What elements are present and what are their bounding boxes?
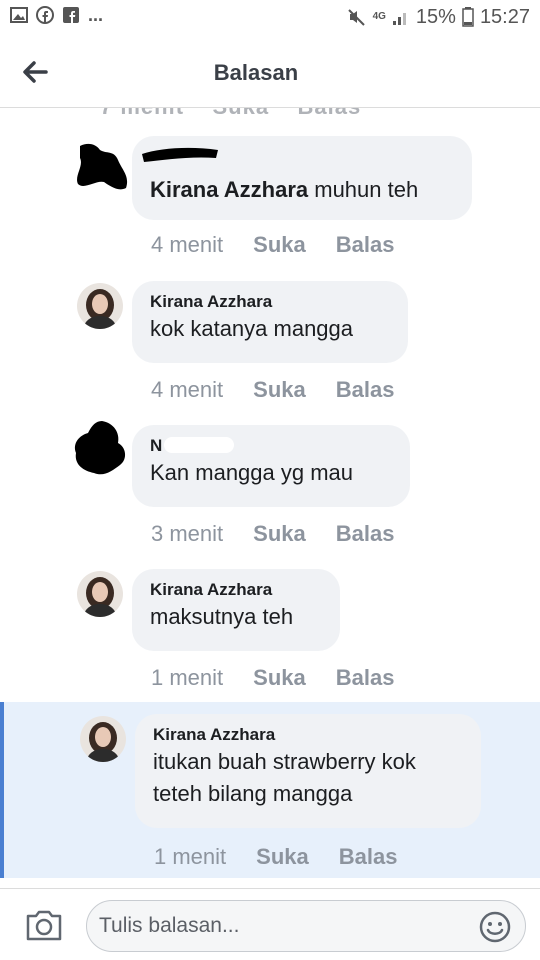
comment-time: 1 menit (154, 844, 227, 869)
comment-bubble[interactable]: Kirana Azzhara itukan buah strawberry ko… (135, 714, 481, 828)
reply-thread[interactable]: 7 menit Suka Balas Kirana Azzhara muhun … (0, 108, 540, 878)
previous-comment-actions-cutoff: 7 menit Suka Balas (100, 108, 361, 120)
comment-time: 1 menit (151, 665, 224, 690)
comment-bubble[interactable]: Kirana Azzhara maksutnya teh (132, 569, 340, 651)
comment-text-line-2: teteh bilang mangga (153, 781, 353, 806)
like-button[interactable]: Suka (253, 521, 306, 547)
comment-author[interactable]: Kirana Azzhara (153, 724, 463, 746)
comment-author[interactable]: N (150, 435, 392, 457)
like-button[interactable]: Suka (253, 665, 306, 691)
more-notifications-indicator: ... (88, 5, 104, 25)
comment-bubble[interactable]: N Kan mangga yg mau (132, 425, 410, 507)
comment-text: muhun teh (314, 177, 419, 202)
gallery-icon (10, 7, 28, 23)
comment-actions: 1 menit Suka Balas (151, 665, 394, 691)
top-bar: Balasan (0, 36, 540, 108)
comment-author[interactable]: Kirana Azzhara (150, 579, 322, 601)
clock: 15:27 (479, 6, 530, 28)
network-type: 4G (372, 11, 386, 22)
facebook-circle-icon (36, 6, 54, 24)
avatar-redacted[interactable] (74, 140, 132, 194)
comment-author-inline[interactable]: Kirana Azzhara (150, 177, 308, 202)
signal-icon (392, 13, 406, 25)
camera-icon[interactable] (24, 907, 64, 943)
comment-text: kok katanya mangga (150, 316, 354, 341)
battery-icon (462, 7, 474, 27)
reply-button[interactable]: Balas (336, 665, 395, 691)
comment-author[interactable]: Kirana Azzhara (150, 291, 390, 313)
redacted-name-scribble (164, 437, 234, 453)
comment-bubble[interactable]: Kirana Azzhara kok katanya mangga (132, 281, 408, 363)
comment-text: maksutnya teh (150, 604, 294, 629)
comment-actions: 4 menit Suka Balas (151, 377, 394, 403)
comment-text: Kan mangga yg mau (150, 460, 354, 485)
comment-actions: 4 menit Suka Balas (151, 232, 394, 258)
emoji-icon[interactable] (479, 911, 511, 943)
avatar[interactable] (80, 716, 126, 762)
reply-composer: Tulis balasan... (0, 888, 540, 960)
like-button[interactable]: Suka (253, 232, 306, 258)
reply-button[interactable]: Balas (339, 844, 398, 870)
status-bar: ... 4G 15% 15:27 (0, 0, 540, 36)
like-button[interactable]: Suka (253, 377, 306, 403)
comment-bubble[interactable]: Kirana Azzhara muhun teh (132, 136, 472, 220)
avatar[interactable] (77, 283, 123, 329)
comment-actions: 1 menit Suka Balas (154, 844, 397, 870)
reply-button[interactable]: Balas (336, 377, 395, 403)
reply-input-placeholder: Tulis balasan... (99, 914, 240, 937)
avatar-redacted[interactable] (70, 419, 130, 479)
reply-button[interactable]: Balas (336, 232, 395, 258)
comment-text-line-1: itukan buah strawberry kok (153, 749, 416, 774)
battery-percent: 15% (415, 6, 456, 28)
avatar[interactable] (77, 571, 123, 617)
like-button[interactable]: Suka (256, 844, 309, 870)
mute-icon (347, 9, 365, 26)
redacted-name-scribble (140, 142, 220, 169)
facebook-square-icon (63, 7, 79, 23)
comment-time: 3 menit (151, 521, 224, 546)
reply-button[interactable]: Balas (336, 521, 395, 547)
reply-input[interactable]: Tulis balasan... (86, 900, 526, 952)
page-title: Balasan (213, 60, 299, 85)
comment-actions: 3 menit Suka Balas (151, 521, 394, 547)
comment-time: 4 menit (151, 377, 224, 402)
comment-time: 4 menit (151, 232, 224, 257)
